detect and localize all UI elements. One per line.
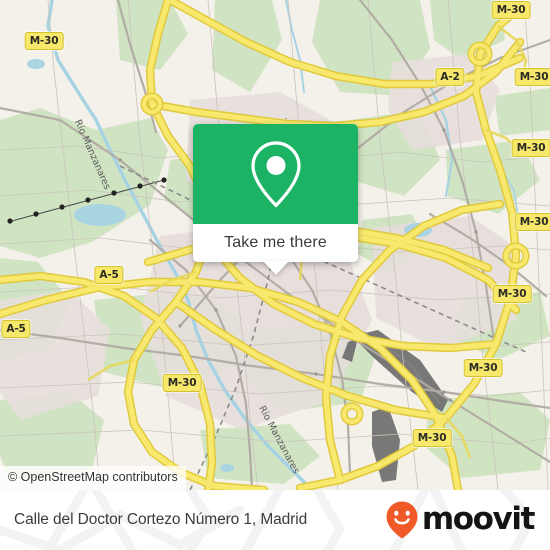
road-shield-m30: M-30 (491, 1, 531, 19)
take-me-there-label: Take me there (224, 234, 327, 251)
road-shield-m30: M-30 (412, 429, 452, 447)
road-shield-a5: A-5 (94, 266, 124, 284)
road-shield-m30: M-30 (24, 32, 64, 50)
moovit-smiley-pin-icon (386, 501, 418, 539)
footer-bar: Calle del Doctor Cortezo Número 1, Madri… (0, 490, 550, 550)
osm-attribution[interactable]: © OpenStreetMap contributors (0, 466, 186, 490)
road-shield-a5: A-5 (1, 320, 31, 338)
road-shield-m30: M-30 (514, 213, 550, 231)
location-pin-icon (250, 141, 301, 208)
road-shield-m30: M-30 (162, 374, 202, 392)
moovit-logo[interactable]: moovit (385, 500, 536, 540)
road-shield-a2: A-2 (435, 68, 465, 86)
callout-action-area[interactable]: Take me there (193, 224, 358, 262)
callout-pin-area (193, 124, 358, 224)
destination-callout[interactable]: Take me there (193, 124, 358, 275)
moovit-map-screenshot: Río Manzanares Río Manzanares M-30 M-30 … (0, 0, 550, 550)
moovit-wordmark: moovit (421, 500, 536, 537)
callout-pointer (262, 261, 289, 275)
road-shield-m30: M-30 (463, 359, 503, 377)
map-canvas[interactable]: Río Manzanares Río Manzanares M-30 M-30 … (0, 0, 550, 490)
road-shield-m30: M-30 (511, 139, 550, 157)
road-shield-m30: M-30 (492, 285, 532, 303)
road-shield-m30: M-30 (514, 68, 550, 86)
address-label: Calle del Doctor Cortezo Número 1, Madri… (14, 511, 308, 528)
